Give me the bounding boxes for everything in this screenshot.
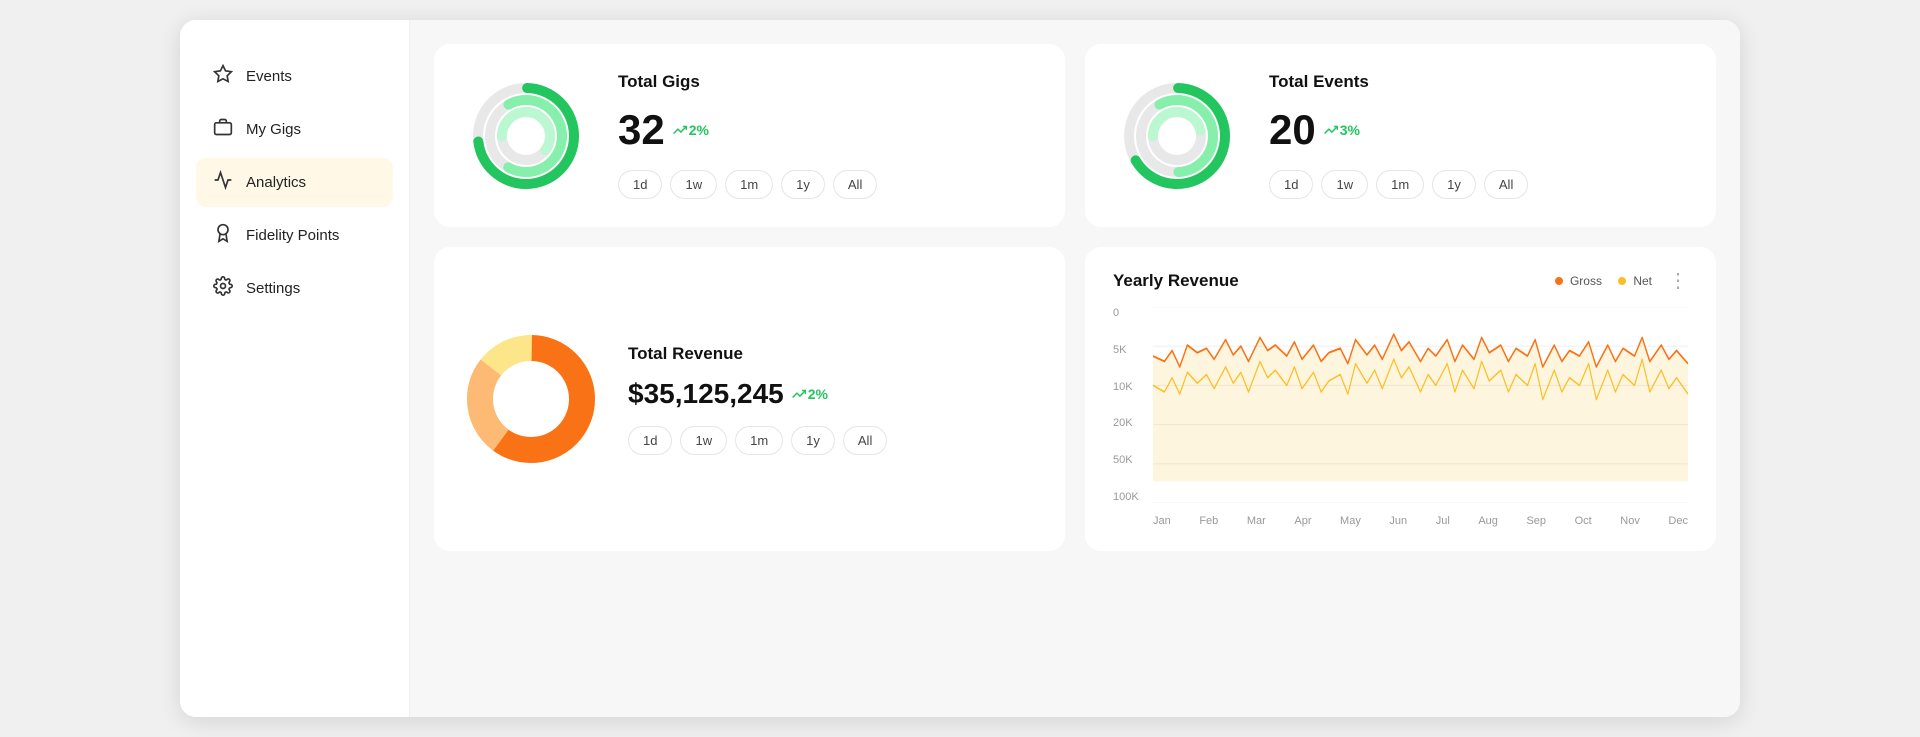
total-events-title: Total Events	[1269, 72, 1684, 92]
gross-dot	[1555, 277, 1563, 285]
star-icon	[212, 64, 234, 89]
yearly-revenue-title: Yearly Revenue	[1113, 271, 1239, 291]
filter-1y-revenue[interactable]: 1y	[791, 426, 835, 455]
total-events-filters: 1d 1w 1m 1y All	[1269, 170, 1684, 199]
app-container: Events My Gigs Analytics	[180, 20, 1740, 717]
gear-icon	[212, 276, 234, 301]
sidebar-label-events: Events	[246, 68, 292, 85]
filter-1w-revenue[interactable]: 1w	[680, 426, 727, 455]
net-dot	[1618, 277, 1626, 285]
filter-all-gigs[interactable]: All	[833, 170, 877, 199]
top-row: Total Gigs 32 2% 1d 1w 1m 1y All	[434, 44, 1716, 227]
sidebar-label-settings: Settings	[246, 280, 300, 297]
revenue-chart-svg	[1153, 307, 1688, 503]
total-revenue-card: Total Revenue $35,125,245 2% 1d 1w 1m 1y	[434, 247, 1065, 551]
total-revenue-value: $35,125,245 2%	[628, 378, 1033, 410]
chart-more-button[interactable]: ⋮	[1668, 271, 1688, 291]
total-revenue-donut	[466, 334, 596, 464]
chart-y-labels: 100K 50K 20K 10K 5K 0	[1113, 307, 1149, 503]
total-events-info: Total Events 20 3% 1d 1w 1m 1y All	[1269, 72, 1684, 199]
total-events-donut	[1117, 76, 1237, 196]
total-revenue-info: Total Revenue $35,125,245 2% 1d 1w 1m 1y	[628, 344, 1033, 455]
sidebar: Events My Gigs Analytics	[180, 20, 410, 717]
sidebar-label-fidelity-points: Fidelity Points	[246, 227, 339, 244]
filter-1w-events[interactable]: 1w	[1321, 170, 1368, 199]
filter-1d-events[interactable]: 1d	[1269, 170, 1313, 199]
total-gigs-value: 32 2%	[618, 106, 1033, 154]
total-events-value: 20 3%	[1269, 106, 1684, 154]
total-events-trend: 3%	[1324, 122, 1360, 138]
filter-all-revenue[interactable]: All	[843, 426, 887, 455]
total-gigs-info: Total Gigs 32 2% 1d 1w 1m 1y All	[618, 72, 1033, 199]
legend-net: Net	[1618, 274, 1652, 288]
filter-1w-gigs[interactable]: 1w	[670, 170, 717, 199]
main-content: Total Gigs 32 2% 1d 1w 1m 1y All	[410, 20, 1740, 717]
sidebar-item-my-gigs[interactable]: My Gigs	[196, 105, 393, 154]
total-gigs-trend: 2%	[673, 122, 709, 138]
chart-legend: Gross Net	[1555, 274, 1652, 288]
chart-area: 100K 50K 20K 10K 5K 0	[1113, 307, 1688, 527]
sidebar-label-analytics: Analytics	[246, 174, 306, 191]
sidebar-item-events[interactable]: Events	[196, 52, 393, 101]
legend-gross: Gross	[1555, 274, 1602, 288]
filter-1d-revenue[interactable]: 1d	[628, 426, 672, 455]
total-revenue-filters: 1d 1w 1m 1y All	[628, 426, 1033, 455]
filter-1d-gigs[interactable]: 1d	[618, 170, 662, 199]
filter-1y-events[interactable]: 1y	[1432, 170, 1476, 199]
total-gigs-filters: 1d 1w 1m 1y All	[618, 170, 1033, 199]
filter-all-events[interactable]: All	[1484, 170, 1528, 199]
filter-1y-gigs[interactable]: 1y	[781, 170, 825, 199]
total-events-card: Total Events 20 3% 1d 1w 1m 1y All	[1085, 44, 1716, 227]
total-gigs-card: Total Gigs 32 2% 1d 1w 1m 1y All	[434, 44, 1065, 227]
total-gigs-title: Total Gigs	[618, 72, 1033, 92]
total-gigs-donut	[466, 76, 586, 196]
filter-1m-gigs[interactable]: 1m	[725, 170, 773, 199]
chart-header: Yearly Revenue Gross Net	[1113, 271, 1688, 291]
analytics-icon	[212, 170, 234, 195]
briefcase-icon	[212, 117, 234, 142]
chart-x-labels: Jan Feb Mar Apr May Jun Jul Aug Sep Oct …	[1153, 515, 1688, 527]
sidebar-item-analytics[interactable]: Analytics	[196, 158, 393, 207]
bottom-row: Total Revenue $35,125,245 2% 1d 1w 1m 1y	[434, 247, 1716, 551]
sidebar-label-my-gigs: My Gigs	[246, 121, 301, 138]
filter-1m-revenue[interactable]: 1m	[735, 426, 783, 455]
sidebar-item-settings[interactable]: Settings	[196, 264, 393, 313]
yearly-revenue-card: Yearly Revenue Gross Net	[1085, 247, 1716, 551]
medal-icon	[212, 223, 234, 248]
chart-svg-container	[1153, 307, 1688, 503]
sidebar-item-fidelity-points[interactable]: Fidelity Points	[196, 211, 393, 260]
filter-1m-events[interactable]: 1m	[1376, 170, 1424, 199]
total-revenue-trend: 2%	[792, 386, 828, 402]
total-revenue-title: Total Revenue	[628, 344, 1033, 364]
